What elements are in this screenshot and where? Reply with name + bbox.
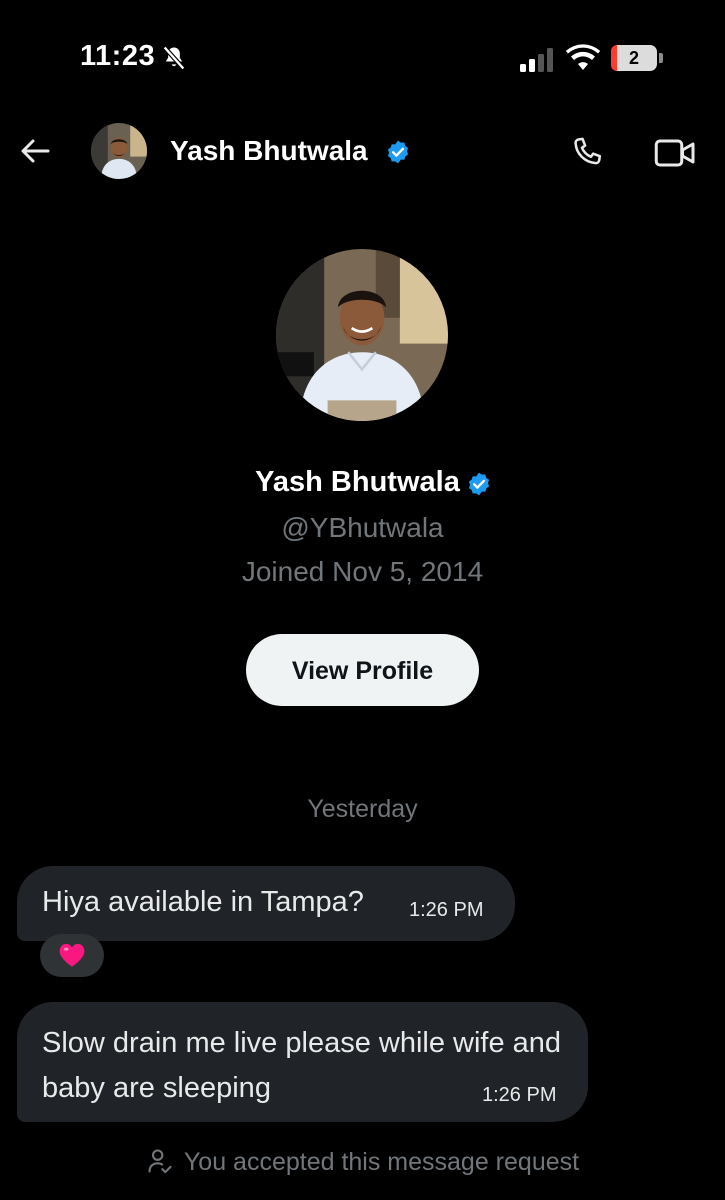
heart-icon <box>59 943 85 967</box>
message-time: 1:26 PM <box>482 1084 557 1106</box>
video-camera-icon[interactable] <box>654 136 696 170</box>
message-time: 1:26 PM <box>409 899 484 921</box>
person-check-icon <box>148 1149 172 1174</box>
wifi-icon <box>566 44 600 70</box>
battery-icon: 2 <box>611 45 657 71</box>
message-bubble[interactable]: Slow drain me live please while wife and… <box>17 1002 588 1122</box>
header-name[interactable]: Yash Bhutwala <box>170 135 368 167</box>
avatar[interactable] <box>91 123 147 179</box>
view-profile-button[interactable]: View Profile <box>246 634 479 706</box>
reaction-badge[interactable] <box>40 934 104 977</box>
message-bubble[interactable]: Hiya available in Tampa? 1:26 PM <box>17 866 515 941</box>
profile-avatar[interactable] <box>276 249 448 421</box>
profile-name: Yash Bhutwala <box>255 466 460 498</box>
accepted-request-note: You accepted this message request <box>0 1147 725 1177</box>
date-separator: Yesterday <box>307 795 418 823</box>
battery-level: 2 <box>628 48 639 68</box>
phone-icon[interactable] <box>568 134 606 172</box>
verified-badge-icon <box>387 140 409 164</box>
bell-off-icon <box>162 45 186 71</box>
signal-icon <box>520 48 553 72</box>
status-time: 11:23 <box>80 40 156 72</box>
profile-joined-date: Joined Nov 5, 2014 <box>241 556 484 587</box>
battery-tip <box>659 53 663 63</box>
verified-badge-icon <box>468 472 489 496</box>
profile-handle: @YBhutwala <box>281 512 444 543</box>
accepted-note-text: You accepted this message request <box>183 1148 580 1176</box>
back-arrow-icon[interactable] <box>18 134 52 168</box>
message-text: Hiya available in Tampa? <box>42 886 364 918</box>
